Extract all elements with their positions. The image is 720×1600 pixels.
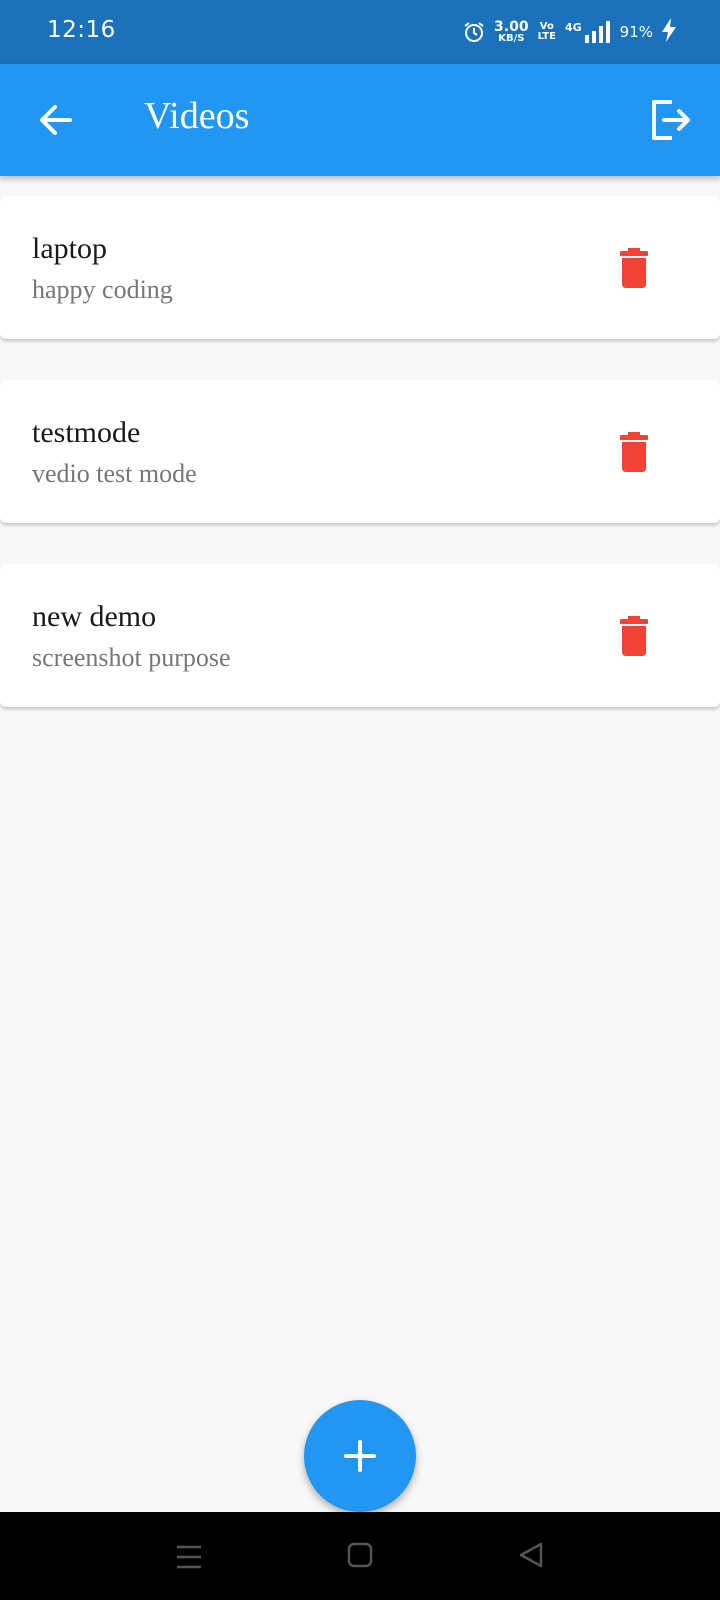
delete-icon — [620, 248, 648, 288]
battery-percent: 91% — [619, 23, 653, 41]
delete-button[interactable] — [612, 430, 656, 474]
page-title: Videos — [144, 95, 250, 137]
back-icon — [519, 1542, 543, 1568]
video-title: new demo — [32, 600, 157, 633]
delete-icon — [620, 616, 648, 656]
status-icons: 3.00 KB/S Vo LTE 4G 91% — [463, 17, 676, 47]
video-title: testmode — [32, 416, 141, 449]
network-speed: 3.00 KB/S — [494, 20, 529, 44]
alarm-icon — [463, 21, 485, 43]
status-bar: 12:16 3.00 KB/S Vo LTE 4G 91% — [0, 0, 720, 64]
volte-bottom: LTE — [537, 31, 556, 42]
charging-icon — [662, 18, 676, 46]
logout-button[interactable] — [648, 98, 692, 142]
list-item[interactable]: new demo screenshot purpose — [0, 564, 720, 707]
add-icon — [344, 1440, 376, 1472]
arrow-back-icon — [40, 105, 72, 135]
video-subtitle: screenshot purpose — [32, 643, 231, 672]
logout-icon — [652, 100, 690, 140]
add-video-button[interactable] — [304, 1400, 416, 1512]
status-time: 12:16 — [47, 17, 116, 43]
list-item[interactable]: laptop happy coding — [0, 196, 720, 339]
app-bar: Videos — [0, 64, 720, 176]
network-speed-unit: KB/S — [498, 33, 525, 44]
video-subtitle: vedio test mode — [32, 459, 197, 488]
volte-indicator: Vo LTE — [538, 22, 556, 42]
network-speed-value: 3.00 — [494, 19, 529, 35]
delete-button[interactable] — [612, 614, 656, 658]
network-type: 4G — [564, 21, 582, 34]
list-item[interactable]: testmode vedio test mode — [0, 380, 720, 523]
delete-icon — [620, 432, 648, 472]
nav-menu-button[interactable] — [176, 1544, 202, 1575]
video-title: laptop — [32, 232, 107, 265]
nav-back-button[interactable] — [518, 1542, 544, 1573]
back-button[interactable] — [36, 100, 76, 140]
nav-home-button[interactable] — [347, 1542, 373, 1573]
signal-icon: 4G — [565, 21, 611, 43]
delete-button[interactable] — [612, 246, 656, 290]
home-icon — [347, 1542, 373, 1568]
video-subtitle: happy coding — [32, 275, 173, 304]
system-nav-bar — [0, 1512, 720, 1600]
menu-icon — [177, 1545, 201, 1569]
